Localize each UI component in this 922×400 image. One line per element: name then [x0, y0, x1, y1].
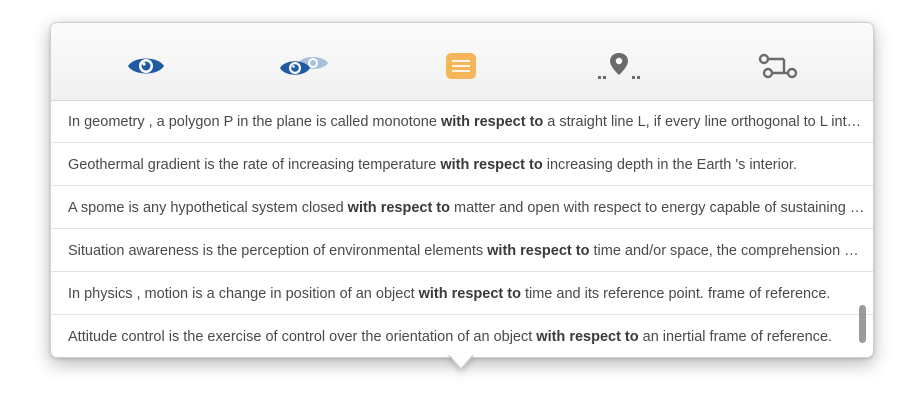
results-list: In geometry , a polygon P in the plane i… — [51, 101, 873, 357]
location-pin-icon — [598, 53, 640, 79]
eye-compare-icon — [280, 57, 328, 75]
list-item[interactable]: Situation awareness is the perception of… — [51, 230, 873, 272]
list-item-text: Situation awareness is the perception of… — [68, 242, 866, 259]
notes-button[interactable] — [431, 49, 491, 83]
scrollbar-thumb[interactable] — [859, 305, 866, 343]
list-item-text: Geothermal gradient is the rate of incre… — [68, 156, 797, 173]
compare-view-button[interactable] — [274, 49, 334, 83]
list-item[interactable]: In geometry , a polygon P in the plane i… — [51, 101, 873, 143]
eye-icon — [128, 58, 164, 74]
popover-arrow-fill — [449, 354, 473, 368]
toolbar — [51, 23, 873, 101]
list-item[interactable]: Attitude control is the exercise of cont… — [51, 316, 873, 357]
list-item[interactable]: A spome is any hypothetical system close… — [51, 187, 873, 229]
location-button[interactable] — [589, 49, 649, 83]
list-item[interactable]: Geothermal gradient is the rate of incre… — [51, 144, 873, 186]
workflow-button[interactable] — [748, 49, 808, 83]
list-item-text: In geometry , a polygon P in the plane i… — [68, 113, 866, 130]
workflow-icon — [758, 53, 798, 79]
results-popover: In geometry , a polygon P in the plane i… — [50, 22, 874, 358]
note-icon — [446, 53, 476, 79]
view-button[interactable] — [116, 49, 176, 83]
list-item[interactable]: In physics , motion is a change in posit… — [51, 273, 873, 315]
list-item-text: A spome is any hypothetical system close… — [68, 199, 866, 216]
list-item-text: Attitude control is the exercise of cont… — [68, 329, 833, 345]
list-item-text: In physics , motion is a change in posit… — [68, 285, 831, 302]
